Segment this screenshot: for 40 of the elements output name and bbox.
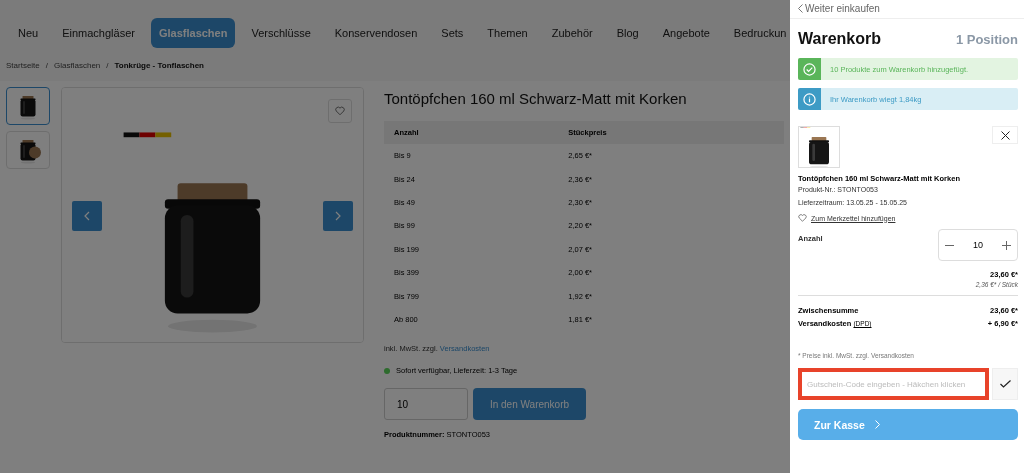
nav-tab[interactable]: Konservendosen	[326, 18, 426, 48]
apply-coupon-button[interactable]	[992, 368, 1018, 400]
nav-tab[interactable]: Verschlüsse	[243, 18, 319, 48]
product-title: Tontöpfchen 160 ml Schwarz-Matt mit Korken	[384, 90, 688, 107]
remove-button[interactable]	[992, 126, 1018, 144]
position-count: 1 Position	[955, 31, 1018, 47]
heart-icon	[335, 106, 345, 116]
plus-icon	[1002, 240, 1011, 250]
info-icon	[803, 92, 816, 106]
quantity-stepper[interactable]: 10	[938, 229, 1018, 261]
check-circle-icon	[803, 62, 816, 76]
nav-tab[interactable]: Sets	[433, 18, 472, 48]
breadcrumb-link[interactable]: Glasflaschen	[54, 61, 101, 70]
nav-tab[interactable]: Bedruckun	[725, 18, 790, 48]
breadcrumb-link[interactable]: Startseite	[6, 61, 40, 70]
quantity-field[interactable]: 10	[384, 388, 468, 421]
continue-shopping-link[interactable]: Weiter einkaufen	[790, 0, 1024, 19]
nav-tab[interactable]: Einmachgläser	[54, 18, 143, 48]
chevron-left-icon	[84, 211, 90, 221]
coupon-field[interactable]: Gutschein-Code eingeben - Häkchen klicken	[798, 368, 989, 400]
add-to-cart-button[interactable]: In den Warenkorb	[473, 388, 586, 421]
checkmark-icon	[999, 380, 1011, 388]
heart-icon	[798, 214, 807, 222]
breadcrumb-separator: /	[45, 61, 49, 70]
nav-tab[interactable]: Zubehör	[543, 18, 601, 48]
cart-title: Warenkorb	[798, 30, 881, 48]
chevron-right-icon	[335, 211, 341, 221]
nav-tab[interactable]: Blog	[608, 18, 647, 48]
increase-button[interactable]	[1002, 240, 1011, 250]
close-icon	[1000, 130, 1010, 140]
chevron-left-icon	[798, 4, 803, 13]
chevron-right-icon	[874, 420, 880, 429]
breadcrumb-current: Tonkrüge - Tonflaschen	[114, 61, 204, 70]
nav-tab[interactable]: Themen	[479, 18, 536, 48]
nav-tab[interactable]: Neu	[10, 18, 47, 48]
nav-tab[interactable]: Angebote	[654, 18, 718, 48]
nav-tab[interactable]: Glasflaschen	[150, 18, 236, 48]
checkout-button[interactable]: Zur Kasse	[798, 409, 1018, 440]
thumbnail[interactable]	[6, 87, 50, 125]
breadcrumb-separator: /	[106, 61, 109, 70]
